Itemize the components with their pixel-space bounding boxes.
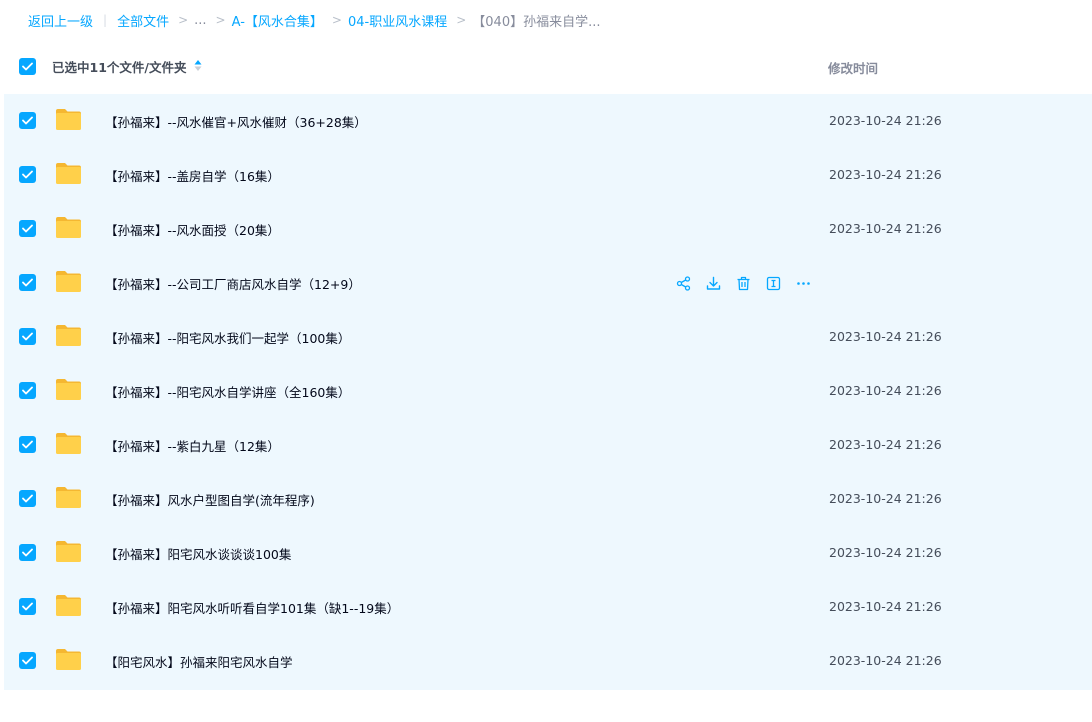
row-checkbox[interactable] bbox=[19, 652, 36, 669]
file-name[interactable]: 【孙福来】阳宅风水谈谈谈100集 bbox=[105, 544, 291, 563]
file-row[interactable]: 【孙福来】--盖房自学（16集） 2023-10-24 21:26 bbox=[4, 148, 1092, 202]
selection-count-label: 已选中11个文件/文件夹 bbox=[52, 60, 187, 75]
folder-icon bbox=[56, 487, 81, 508]
check-icon bbox=[22, 116, 33, 125]
more-icon[interactable] bbox=[793, 273, 813, 293]
breadcrumb-separator: > bbox=[456, 13, 467, 27]
row-checkbox[interactable] bbox=[19, 382, 36, 399]
file-row[interactable]: 【孙福来】阳宅风水谈谈谈100集 2023-10-24 21:26 bbox=[4, 526, 1092, 580]
back-link[interactable]: 返回上一级 bbox=[28, 11, 93, 30]
select-all-checkbox[interactable] bbox=[19, 58, 36, 75]
file-name[interactable]: 【孙福来】--盖房自学（16集） bbox=[105, 166, 280, 185]
rename-icon[interactable] bbox=[763, 273, 783, 293]
folder-icon bbox=[56, 271, 81, 292]
folder-icon bbox=[56, 541, 81, 562]
check-icon bbox=[22, 548, 33, 557]
folder-icon bbox=[56, 217, 81, 238]
modified-time: 2023-10-24 21:26 bbox=[829, 491, 942, 506]
modified-time: 2023-10-24 21:26 bbox=[829, 167, 942, 182]
row-checkbox[interactable] bbox=[19, 166, 36, 183]
row-checkbox[interactable] bbox=[19, 598, 36, 615]
file-row[interactable]: 【孙福来】风水户型图自学(流年程序) 2023-10-24 21:26 bbox=[4, 472, 1092, 526]
modified-time: 2023-10-24 21:26 bbox=[829, 437, 942, 452]
file-row[interactable]: 【孙福来】--阳宅风水我们一起学（100集） 2023-10-24 21:26 bbox=[4, 310, 1092, 364]
file-name[interactable]: 【孙福来】--公司工厂商店风水自学（12+9） bbox=[105, 274, 361, 293]
check-icon bbox=[22, 170, 33, 179]
check-icon bbox=[22, 386, 33, 395]
row-checkbox[interactable] bbox=[19, 112, 36, 129]
breadcrumb-divider: | bbox=[103, 13, 108, 27]
file-row[interactable]: 【孙福来】--公司工厂商店风水自学（12+9） bbox=[4, 256, 1092, 310]
row-checkbox[interactable] bbox=[19, 220, 36, 237]
check-icon bbox=[22, 62, 33, 71]
breadcrumb-ellipsis[interactable]: ... bbox=[194, 13, 206, 28]
file-name[interactable]: 【孙福来】--风水面授（20集） bbox=[105, 220, 280, 239]
folder-icon bbox=[56, 109, 81, 130]
row-actions bbox=[673, 273, 823, 293]
modified-time: 2023-10-24 21:26 bbox=[829, 383, 942, 398]
breadcrumb-level2[interactable]: 04-职业风水课程 bbox=[348, 11, 447, 30]
check-icon bbox=[22, 656, 33, 665]
check-icon bbox=[22, 602, 33, 611]
sort-icon[interactable] bbox=[193, 58, 203, 74]
modified-time: 2023-10-24 21:26 bbox=[829, 329, 942, 344]
check-icon bbox=[22, 440, 33, 449]
file-name[interactable]: 【孙福来】--阳宅风水我们一起学（100集） bbox=[105, 328, 350, 347]
file-name[interactable]: 【阳宅风水】孙福来阳宅风水自学 bbox=[105, 652, 293, 671]
check-icon bbox=[22, 278, 33, 287]
file-row[interactable]: 【孙福来】阳宅风水听听看自学101集（缺1--19集） 2023-10-24 21… bbox=[4, 580, 1092, 634]
file-row[interactable]: 【孙福来】--风水面授（20集） 2023-10-24 21:26 bbox=[4, 202, 1092, 256]
row-checkbox[interactable] bbox=[19, 544, 36, 561]
breadcrumb-separator: > bbox=[215, 13, 226, 27]
breadcrumb-all-files[interactable]: 全部文件 bbox=[117, 11, 169, 30]
check-icon bbox=[22, 224, 33, 233]
check-icon bbox=[22, 332, 33, 341]
modified-time: 2023-10-24 21:26 bbox=[829, 545, 942, 560]
breadcrumb-separator: > bbox=[331, 13, 342, 27]
check-icon bbox=[22, 494, 33, 503]
row-checkbox[interactable] bbox=[19, 274, 36, 291]
file-name[interactable]: 【孙福来】风水户型图自学(流年程序) bbox=[105, 490, 315, 509]
file-row[interactable]: 【孙福来】--阳宅风水自学讲座（全160集） 2023-10-24 21:26 bbox=[4, 364, 1092, 418]
folder-icon bbox=[56, 379, 81, 400]
folder-icon bbox=[56, 163, 81, 184]
folder-icon bbox=[56, 649, 81, 670]
folder-icon bbox=[56, 325, 81, 346]
row-checkbox[interactable] bbox=[19, 328, 36, 345]
delete-icon[interactable] bbox=[733, 273, 753, 293]
breadcrumb-separator: > bbox=[178, 13, 189, 27]
row-checkbox[interactable] bbox=[19, 436, 36, 453]
file-name[interactable]: 【孙福来】--紫白九星（12集） bbox=[105, 436, 280, 455]
modified-time: 2023-10-24 21:26 bbox=[829, 653, 942, 668]
file-list: 【孙福来】--风水催官+风水催财（36+28集） 2023-10-24 21:26… bbox=[4, 94, 1092, 690]
breadcrumb: 返回上一级 | 全部文件 > ... > A-【风水合集】 > 04-职业风水课… bbox=[28, 10, 601, 30]
folder-icon bbox=[56, 433, 81, 454]
share-icon[interactable] bbox=[673, 273, 693, 293]
modified-time: 2023-10-24 21:26 bbox=[829, 221, 942, 236]
file-name[interactable]: 【孙福来】阳宅风水听听看自学101集（缺1--19集） bbox=[105, 598, 399, 617]
download-icon[interactable] bbox=[703, 273, 723, 293]
list-header: 已选中11个文件/文件夹 修改时间 bbox=[0, 46, 1092, 86]
file-name[interactable]: 【孙福来】--阳宅风水自学讲座（全160集） bbox=[105, 382, 350, 401]
file-row[interactable]: 【孙福来】--风水催官+风水催财（36+28集） 2023-10-24 21:26 bbox=[4, 94, 1092, 148]
folder-icon bbox=[56, 595, 81, 616]
modified-time: 2023-10-24 21:26 bbox=[829, 599, 942, 614]
file-name[interactable]: 【孙福来】--风水催官+风水催财（36+28集） bbox=[105, 112, 367, 131]
breadcrumb-level1[interactable]: A-【风水合集】 bbox=[232, 11, 323, 30]
file-row[interactable]: 【阳宅风水】孙福来阳宅风水自学 2023-10-24 21:26 bbox=[4, 634, 1092, 688]
modified-time: 2023-10-24 21:26 bbox=[829, 113, 942, 128]
file-row[interactable]: 【孙福来】--紫白九星（12集） 2023-10-24 21:26 bbox=[4, 418, 1092, 472]
row-checkbox[interactable] bbox=[19, 490, 36, 507]
breadcrumb-current: 【040】孙福来自学... bbox=[472, 14, 601, 30]
modified-time-header[interactable]: 修改时间 bbox=[828, 58, 878, 77]
